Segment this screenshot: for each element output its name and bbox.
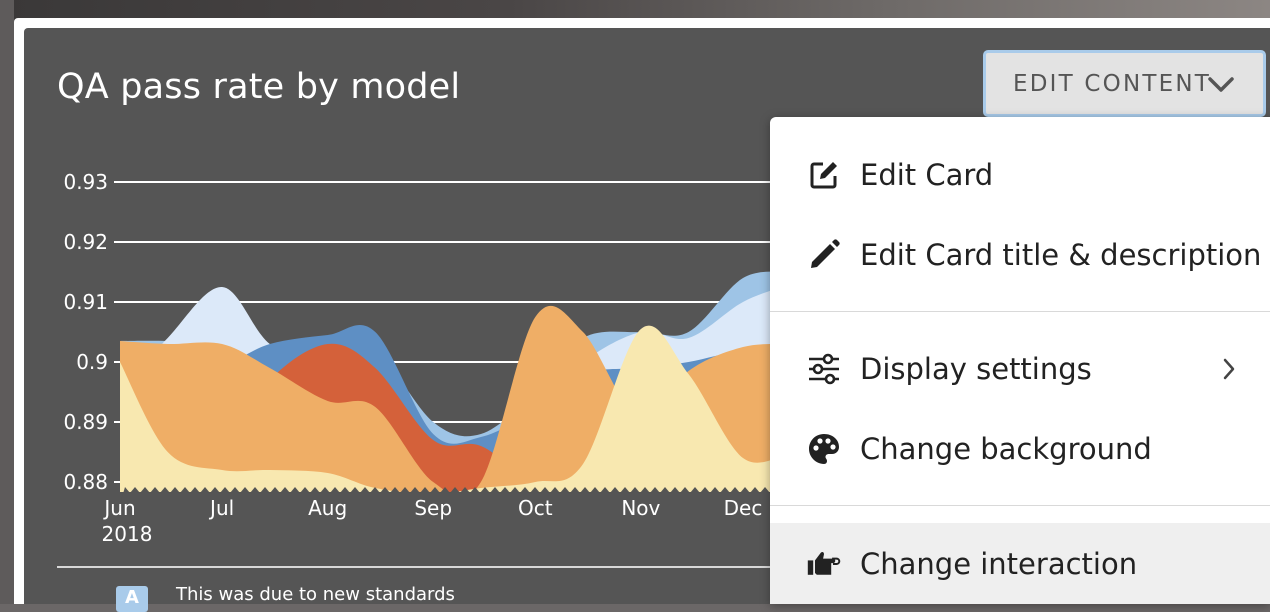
- menu-item-label: Change interaction: [860, 546, 1138, 581]
- y-tick-label: 0.93: [63, 170, 108, 194]
- sliders-icon: [806, 351, 842, 387]
- y-tick-label: 0.91: [63, 290, 108, 314]
- annotation-text: This was due to new standards: [176, 584, 455, 605]
- x-tick-label: Nov: [621, 496, 660, 520]
- y-tick-label: 0.88: [63, 470, 108, 494]
- annotation-badge[interactable]: A: [116, 586, 148, 612]
- y-tick-label: 0.9: [76, 350, 108, 374]
- menu-separator: [770, 311, 1270, 312]
- menu-separator: [770, 505, 1270, 506]
- menu-item-label: Change background: [860, 432, 1152, 466]
- menu-item-label: Display settings: [860, 352, 1092, 386]
- x-tick-label: Aug: [308, 496, 347, 520]
- palette-icon: [806, 431, 842, 467]
- menu-item-display-settings[interactable]: Display settings: [770, 329, 1270, 409]
- x-tick-label: Dec: [724, 496, 763, 520]
- menu-item-label: Edit Card: [860, 158, 994, 192]
- edit-card-icon: [806, 157, 842, 193]
- menu-item-change-background[interactable]: Change background: [770, 409, 1270, 489]
- x-tick-label: Sep: [414, 496, 452, 520]
- pointing-hand-icon: [806, 546, 842, 582]
- chart-divider: [57, 566, 773, 568]
- x-tick-label: Jun: [102, 496, 135, 520]
- x-tick-label: Oct: [518, 496, 553, 520]
- menu-item-edit-card[interactable]: Edit Card: [770, 135, 1270, 215]
- menu-item-label: Edit Card title & description: [860, 238, 1262, 272]
- edit-content-dropdown-menu: Edit Card Edit Card title & description …: [770, 117, 1270, 604]
- chevron-right-icon: [1223, 358, 1235, 380]
- pencil-icon: [806, 237, 842, 273]
- menu-item-change-interaction[interactable]: Change interaction: [770, 523, 1270, 604]
- x-tick-label: Jul: [208, 496, 234, 520]
- y-tick-label: 0.89: [63, 410, 108, 434]
- x-year-label: 2018: [102, 522, 153, 546]
- y-tick-label: 0.92: [63, 230, 108, 254]
- menu-item-edit-title-description[interactable]: Edit Card title & description: [770, 215, 1270, 295]
